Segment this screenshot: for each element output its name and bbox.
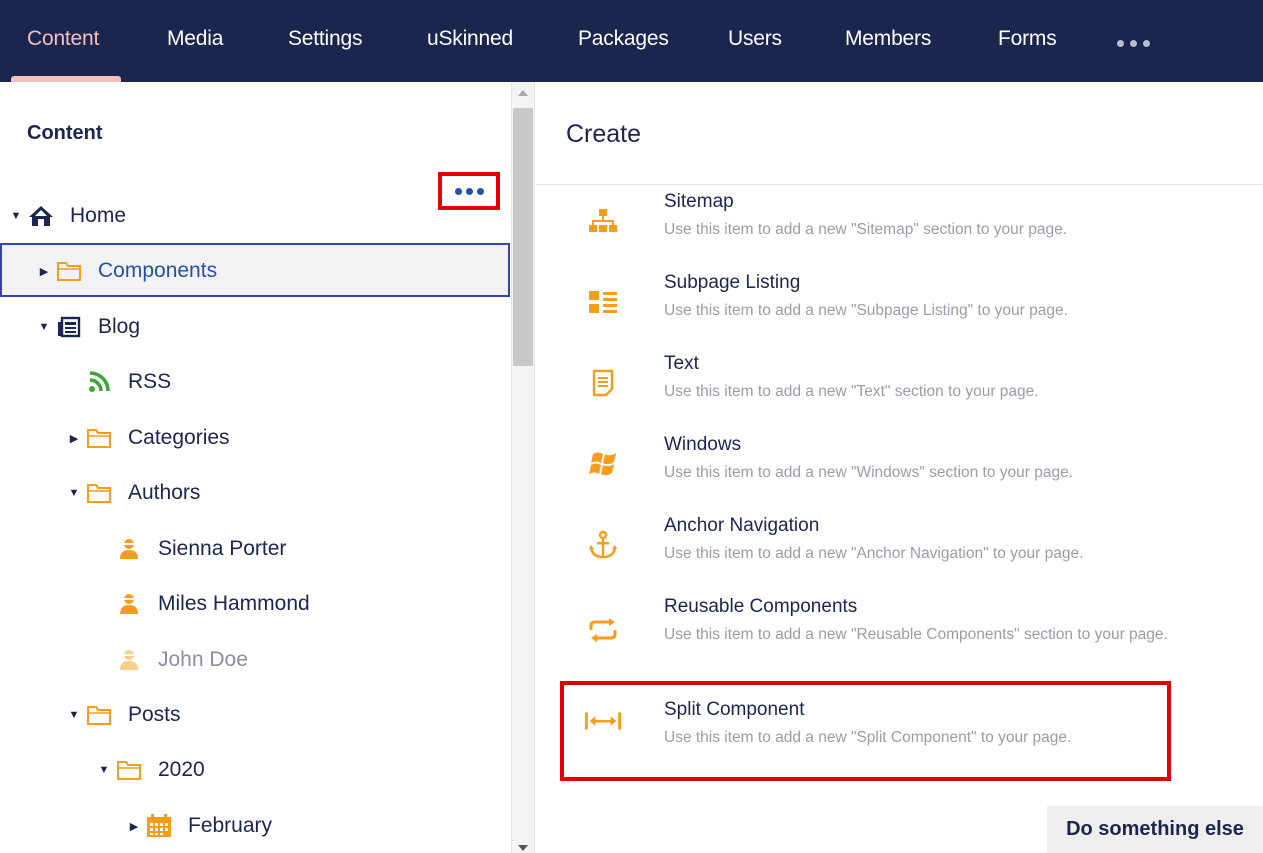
tree-node-year[interactable]: ▼ 2020 xyxy=(96,750,205,790)
tree-node-author[interactable]: John Doe xyxy=(116,640,248,680)
folder-icon xyxy=(86,480,112,506)
anchor-icon xyxy=(584,526,622,564)
newspaper-icon xyxy=(56,314,82,340)
divider xyxy=(536,184,1263,185)
user-icon xyxy=(116,591,142,617)
nav-forms[interactable]: Forms xyxy=(998,27,1057,51)
create-item-text[interactable]: Text Use this item to add a new "Text" s… xyxy=(536,352,1263,427)
expand-caret-icon[interactable]: ▼ xyxy=(8,208,24,224)
calendar-icon xyxy=(146,813,172,839)
expand-caret-icon[interactable]: ▼ xyxy=(66,707,82,723)
expand-caret-icon[interactable]: ▼ xyxy=(66,485,82,501)
tree-node-label: February xyxy=(188,814,273,837)
item-name: Sitemap xyxy=(664,191,734,212)
nav-settings[interactable]: Settings xyxy=(288,27,362,51)
tree-node-author[interactable]: Sienna Porter xyxy=(116,529,286,569)
list-icon xyxy=(584,283,622,321)
nav-content[interactable]: Content xyxy=(27,27,99,51)
nav-packages[interactable]: Packages xyxy=(578,27,669,51)
create-item-anchor-navigation[interactable]: Anchor Navigation Use this item to add a… xyxy=(536,514,1263,589)
tree-node-label: Sienna Porter xyxy=(158,537,287,560)
create-item-windows[interactable]: Windows Use this item to add a new "Wind… xyxy=(536,433,1263,508)
home-icon xyxy=(28,203,54,229)
create-item-sitemap[interactable]: Sitemap Use this item to add a new "Site… xyxy=(536,190,1263,265)
user-icon xyxy=(116,647,142,673)
item-description: Use this item to add a new "Windows" sec… xyxy=(664,464,1074,481)
item-name: Anchor Navigation xyxy=(664,515,820,536)
tree-node-label: Posts xyxy=(128,703,181,726)
tree-node-blog[interactable]: ▼ Blog xyxy=(36,307,140,347)
nav-users[interactable]: Users xyxy=(728,27,782,51)
tree-node-authors[interactable]: ▼ Authors xyxy=(66,473,201,513)
create-item-reusable-components[interactable]: Reusable Components Use this item to add… xyxy=(536,595,1263,680)
tree-node-rss[interactable]: RSS xyxy=(86,362,171,402)
do-something-else-button[interactable]: Do something else xyxy=(1047,806,1263,853)
nav-media[interactable]: Media xyxy=(167,27,223,51)
item-description: Use this item to add a new "Sitemap" sec… xyxy=(664,221,1068,238)
expand-caret-icon[interactable]: ▶ xyxy=(66,430,82,446)
item-name: Text xyxy=(664,353,699,374)
expand-caret-icon[interactable]: ▶ xyxy=(36,263,52,279)
nav-uskinned[interactable]: uSkinned xyxy=(427,27,513,51)
folder-icon xyxy=(56,258,82,284)
tree-title: Content xyxy=(27,122,103,144)
folder-icon xyxy=(86,425,112,451)
nav-more-button[interactable] xyxy=(1117,40,1150,47)
tree-node-label: Authors xyxy=(128,481,201,504)
item-name: Windows xyxy=(664,434,742,455)
expand-caret-icon[interactable]: ▼ xyxy=(96,762,112,778)
tree-node-posts[interactable]: ▼ Posts xyxy=(66,695,181,735)
tree-node-label: Blog xyxy=(98,315,141,338)
tree-node-home[interactable]: ▼ Home xyxy=(8,196,126,236)
create-item-subpage-listing[interactable]: Subpage Listing Use this item to add a n… xyxy=(536,271,1263,346)
folder-icon xyxy=(116,757,142,783)
split-component-highlight xyxy=(560,681,1171,781)
item-description: Use this item to add a new "Subpage List… xyxy=(664,302,1068,319)
item-name: Subpage Listing xyxy=(664,272,801,293)
user-icon xyxy=(116,536,142,562)
tree-node-label: Categories xyxy=(128,426,230,449)
item-description: Use this item to add a new "Reusable Com… xyxy=(664,626,1168,643)
tree-node-label: 2020 xyxy=(158,758,205,781)
tree-node-month[interactable]: ▶ February xyxy=(126,806,272,846)
tree-node-author[interactable]: Miles Hammond xyxy=(116,584,310,624)
top-navigation: Content Media Settings uSkinned Packages… xyxy=(0,0,1263,82)
item-description: Use this item to add a new "Text" sectio… xyxy=(664,383,1039,400)
expand-caret-icon[interactable]: ▶ xyxy=(126,818,142,834)
panel-title: Create xyxy=(566,120,642,148)
tree-node-label: John Doe xyxy=(158,648,248,671)
tree-node-label: Components xyxy=(98,259,218,282)
repeat-icon xyxy=(584,611,622,649)
tree-node-label: Home xyxy=(70,204,127,227)
item-description: Use this item to add a new "Anchor Navig… xyxy=(664,545,1084,562)
tree-scrollbar[interactable] xyxy=(511,82,535,853)
document-icon xyxy=(584,364,622,402)
scroll-thumb[interactable] xyxy=(513,108,533,366)
tree-node-label: Miles Hammond xyxy=(158,592,310,615)
expand-caret-icon[interactable]: ▼ xyxy=(36,319,52,335)
scroll-up-arrow-icon[interactable] xyxy=(518,90,528,96)
windows-icon xyxy=(584,445,622,483)
tree-node-components[interactable]: ▶ Components xyxy=(36,251,217,291)
node-actions-button[interactable] xyxy=(438,172,500,210)
folder-icon xyxy=(86,702,112,728)
sitemap-icon xyxy=(584,202,622,240)
nav-members[interactable]: Members xyxy=(845,27,931,51)
item-name: Reusable Components xyxy=(664,596,858,617)
content-tree: Content ▼ Home ▶ Components ▼ Blog RSS ▶ xyxy=(0,82,511,853)
tree-node-categories[interactable]: ▶ Categories xyxy=(66,418,230,458)
scroll-down-arrow-icon[interactable] xyxy=(518,845,528,851)
tree-node-label: RSS xyxy=(128,370,172,393)
rss-icon xyxy=(86,369,112,395)
